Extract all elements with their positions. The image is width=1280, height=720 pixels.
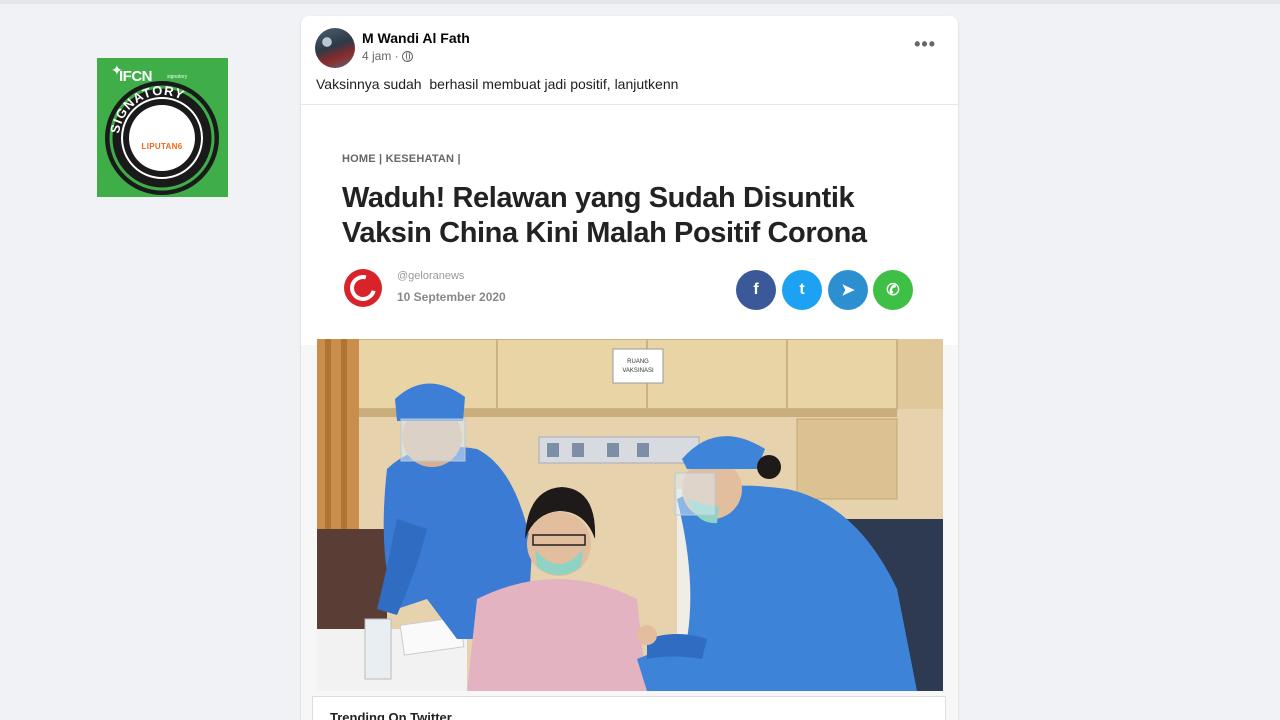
photo-illustration: RUANG VAKSINASI [317, 339, 943, 691]
trending-box: Trending On Twitter [312, 696, 946, 720]
breadcrumb: HOME | KESEHATAN | [342, 153, 461, 165]
post-text: Vaksinnya sudah berhasil membuat jadi po… [316, 76, 679, 92]
vaccination-photo: RUANG VAKSINASI [317, 339, 943, 691]
publisher-handle: @geloranews [397, 270, 465, 282]
more-options-button[interactable]: ••• [914, 34, 936, 55]
badge-subtitle: signatory [167, 74, 188, 80]
badge-title: IFCN [119, 68, 153, 85]
post-card: M Wandi Al Fath 4 jam · ••• Vaksinnya su… [301, 16, 958, 720]
badge-center-label: LIPUTAN6 [141, 141, 183, 151]
post-meta: 4 jam · [362, 49, 413, 63]
article-header: HOME | KESEHATAN | Waduh! Relawan yang S… [301, 105, 958, 345]
telegram-share-icon: ➤ [828, 270, 868, 310]
twitter-share-icon: t [782, 270, 822, 310]
facebook-share-icon: f [736, 270, 776, 310]
whatsapp-share-icon: ✆ [873, 270, 913, 310]
post-time[interactable]: 4 jam · [362, 49, 399, 63]
ifcn-signatory-badge: SIGNATORY ✦ IFCN signatory LIPUTAN6 [97, 58, 228, 197]
top-strip [0, 0, 1280, 4]
publisher-logo-icon [344, 269, 382, 307]
article-date: 10 September 2020 [397, 290, 506, 304]
trending-heading: Trending On Twitter [330, 710, 452, 720]
globe-icon [401, 50, 413, 62]
article-headline: Waduh! Relawan yang Sudah Disuntik Vaksi… [342, 182, 867, 249]
svg-text:RUANG: RUANG [627, 359, 649, 365]
svg-text:VAKSINASI: VAKSINASI [622, 368, 654, 374]
post-author[interactable]: M Wandi Al Fath [362, 30, 470, 46]
shared-article-image[interactable]: HOME | KESEHATAN | Waduh! Relawan yang S… [301, 105, 958, 720]
avatar[interactable] [315, 28, 355, 68]
